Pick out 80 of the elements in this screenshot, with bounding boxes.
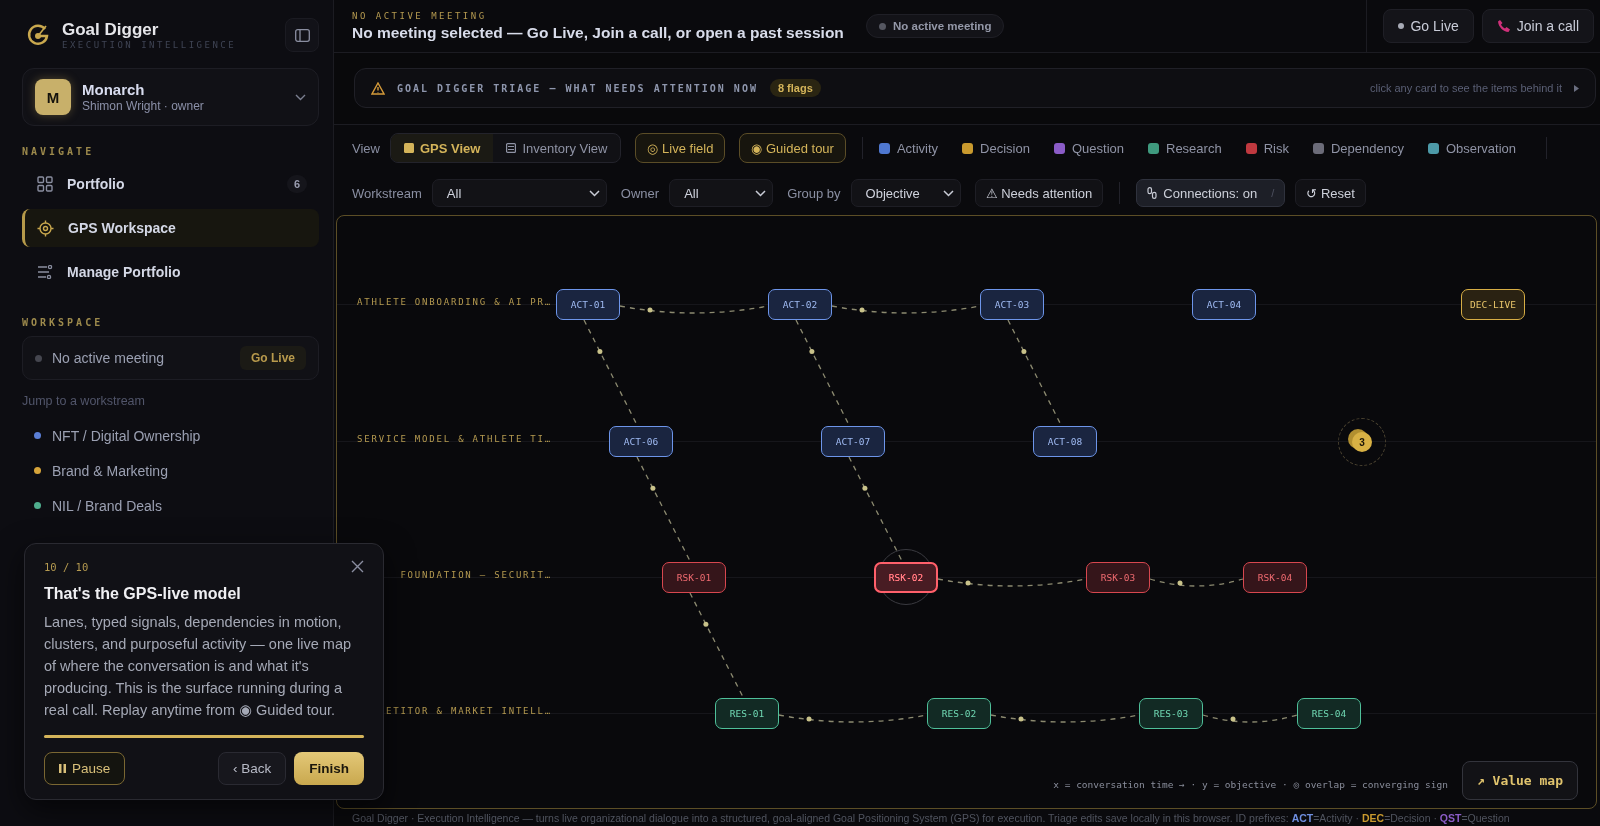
nav-item[interactable]: Manage Portfolio [22,253,319,291]
filter-select[interactable]: All [431,179,607,207]
legend-label: Activity [896,140,939,156]
flag-count-badge: 8 flags [769,79,821,97]
lane-label: FOUNDATION — SECURIT… [399,570,552,580]
toggle-button[interactable]: ◉ Guided tour [739,133,846,163]
filter-label: Group by [787,185,841,201]
triage-banner[interactable]: GOAL DIGGER TRIAGE — WHAT NEEDS ATTENTION NOW 8 flags click any card to see the items behind it [354,68,1596,108]
pause-button[interactable]: Pause [44,752,126,785]
signal-node[interactable]: RES-02 [927,698,991,729]
workstream-link[interactable]: NIL / Brand Deals [52,497,162,514]
value-map-button[interactable]: ↗ Value map [1461,761,1578,800]
back-button[interactable]: ‹ Back [218,752,287,785]
workstream-link[interactable]: Brand & Marketing [52,462,168,479]
legend-label: Observation [1445,140,1516,156]
lane-label: ATHLETE ONBOARDING & AI PR… [356,297,552,307]
section-heading: WORKSPACE [22,317,105,328]
section-heading: NAVIGATE [22,146,96,157]
organization-switcher[interactable]: M Monarch Shimon Wright · owner [22,68,319,126]
signal-node[interactable]: RES-01 [715,698,779,729]
attention-button[interactable]: ⚠ Needs attention [974,179,1104,207]
section-label: Jump to a workstream [22,394,146,408]
nav-label: Portfolio [67,176,126,192]
finish-button[interactable]: Finish [294,752,364,785]
nav-item[interactable]: GPS Workspace [22,209,319,247]
organization-owner: Shimon Wright · owner [82,99,205,113]
axis-legend: x = conversation time → · y = objective · ◎ overlap = converging sign [1053,779,1448,790]
filter-select[interactable]: Objective [850,179,961,207]
organization-avatar: M [35,79,71,115]
legend-label: Dependency [1330,140,1404,156]
go-live-button[interactable]: Go Live [240,346,306,370]
legend-label: Research [1166,140,1222,156]
join-call-button[interactable]: Join a call [1481,9,1594,43]
signal-node[interactable]: RSK-04 [1243,562,1307,593]
triage-hint: click any card to see the items behind it [1370,82,1562,94]
organization-name: Monarch [82,81,146,98]
page-title: No meeting selected — Go Live, Join a call, or open a past session [352,23,845,42]
meeting-eyebrow: NO ACTIVE MEETING [352,10,488,21]
meeting-status-pill: No active meeting [866,14,1005,38]
filter-label: Workstream [352,185,422,201]
nav-label: GPS Workspace [68,220,177,236]
filter-label: Owner [620,185,660,201]
signal-node[interactable]: ACT-04 [1192,289,1256,320]
signal-node[interactable]: ACT-03 [980,289,1044,320]
view-label: View [352,140,380,156]
legend-label: Decision [980,140,1030,156]
meeting-status: No active meeting [52,350,166,366]
legend-label: Question [1071,140,1124,156]
toggle-button[interactable]: ◎ Live field [635,133,726,163]
signal-node[interactable]: RES-04 [1297,698,1361,729]
signal-node[interactable]: ACT-02 [768,289,832,320]
triage-title: GOAL DIGGER TRIAGE — WHAT NEEDS ATTENTION NOW [397,82,758,94]
signal-node[interactable]: ACT-01 [556,289,620,320]
nav-item[interactable]: Portfolio 6 [22,165,319,203]
signal-node[interactable]: RSK-03 [1086,562,1150,593]
view-tab[interactable]: GPS View [390,134,494,162]
signal-node[interactable]: DEC-LIVE [1461,289,1525,320]
footer-text: Goal Digger · Execution Intelligence — turns live organizational dialogue into a structured, goal-aligned Goal Positioning System (GPS) for execution. Triage edits save locally in this browser. ID prefixes: ACT=Activity · DEC=Decision · QST=Question [351,811,1511,824]
view-tab[interactable]: Inventory View [493,134,621,162]
step-counter: 10 / 10 [44,560,89,573]
signal-node[interactable]: RSK-02 [874,562,938,593]
go-live-button[interactable]: Go Live [1383,9,1474,43]
count-badge: 6 [286,175,307,193]
tour-title: That's the GPS-live model [44,585,242,603]
lane-label: ETITOR & MARKET INTELL… [384,706,552,716]
tour-body: Lanes, typed signals, dependencies in motion, clusters, and purposeful activity — one live map of where the conversation is and what it's producing. This is the surface running during a real call. Replay anytime from ◉ Guided tour. [44,613,353,720]
signal-node[interactable]: RSK-01 [662,562,726,593]
signal-node[interactable]: ACT-06 [609,426,673,457]
signal-node[interactable]: ACT-07 [821,426,885,457]
signal-node[interactable]: ACT-08 [1033,426,1097,457]
lane-label: SERVICE MODEL & ATHLETE TI… [356,434,552,444]
workstream-link[interactable]: NFT / Digital Ownership [52,427,201,444]
signal-node[interactable]: RES-03 [1139,698,1203,729]
reset-button[interactable]: ↺ Reset [1295,179,1366,207]
app-tagline: EXECUTION INTELLIGENCE [62,40,238,50]
legend-label: Risk [1263,140,1289,156]
app-name: Goal Digger [62,20,160,40]
nav-label: Manage Portfolio [67,264,182,280]
filter-select[interactable]: All [669,179,774,207]
connections-button[interactable]: Connections: on / [1136,179,1286,207]
